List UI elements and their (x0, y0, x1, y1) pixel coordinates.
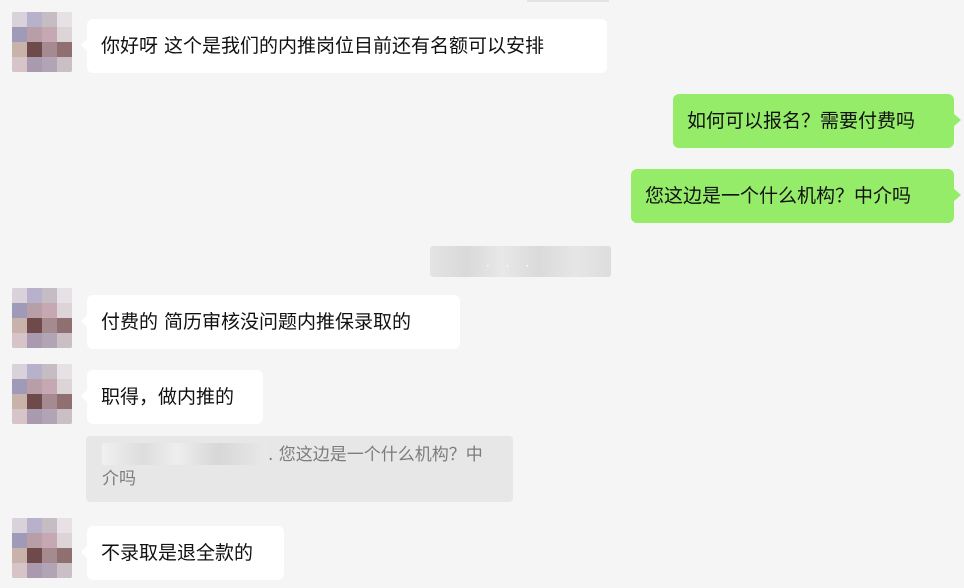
avatar[interactable] (12, 288, 72, 348)
message-bubble[interactable]: 你好呀 这个是我们的内推岗位目前还有名额可以安排 (81, 19, 607, 73)
avatar[interactable] (12, 518, 72, 578)
message-bubble[interactable]: 付费的 简历审核没问题内推保录取的 (81, 295, 460, 349)
message-bubble[interactable]: 如何可以报名？需要付费吗 (673, 94, 961, 148)
message-bubble[interactable]: 您这边是一个什么机构？中介吗 (631, 169, 961, 223)
timestamp: · · · (430, 246, 611, 277)
avatar[interactable] (12, 364, 72, 424)
message-bubble[interactable]: 职得，做内推的 (81, 370, 263, 424)
avatar[interactable] (12, 12, 72, 72)
message-bubble[interactable]: 不录取是退全款的 (81, 526, 284, 580)
quoted-message[interactable]: . 您这边是一个什么机构？中介吗 (86, 436, 513, 502)
previous-message-edge (527, 0, 609, 2)
timestamp-text: · · · (486, 259, 536, 273)
redacted-sender-name (102, 443, 268, 465)
